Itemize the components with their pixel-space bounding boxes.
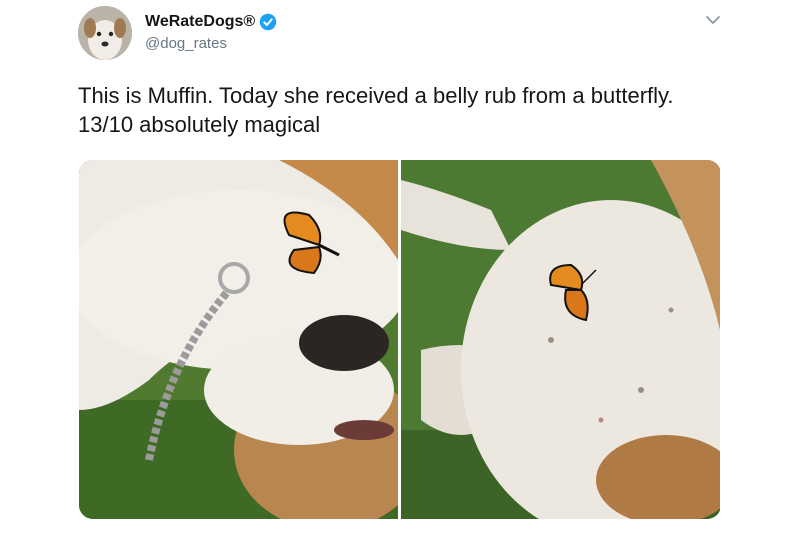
handle[interactable]: @dog_rates xyxy=(145,35,227,52)
dog-with-butterfly-photo-1 xyxy=(79,160,398,519)
dog-belly-with-butterfly-photo-2 xyxy=(401,160,720,519)
chevron-down-icon[interactable] xyxy=(703,10,723,30)
verified-badge-icon xyxy=(259,13,277,31)
avatar[interactable] xyxy=(78,6,132,60)
display-name[interactable]: WeRateDogs® xyxy=(145,13,255,31)
dog-avatar-icon xyxy=(78,6,132,60)
media-photo-2[interactable] xyxy=(401,160,720,519)
media-photo-1[interactable] xyxy=(79,160,398,519)
author-name-row[interactable]: WeRateDogs® xyxy=(145,13,277,31)
tweet-media xyxy=(79,160,721,519)
tweet-text: This is Muffin. Today she received a bel… xyxy=(78,83,674,137)
